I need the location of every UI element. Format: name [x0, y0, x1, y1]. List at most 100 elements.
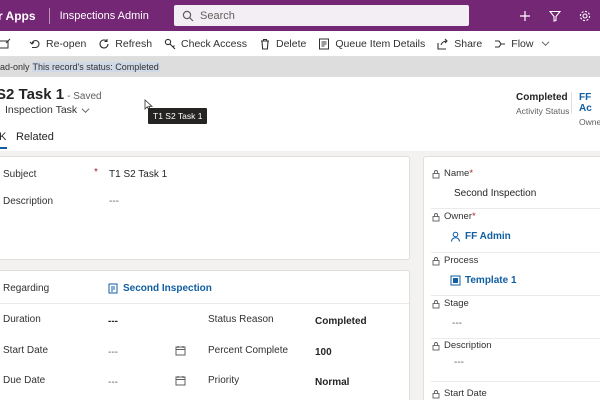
record-header: S2 Task 1- Saved Inspection Task Complet…	[0, 77, 600, 129]
form-selector[interactable]: Inspection Task	[5, 104, 90, 116]
reopen-icon	[29, 39, 40, 48]
status-reason-label: Status Reason	[208, 314, 274, 325]
flow-icon	[495, 39, 506, 48]
regarding-lookup[interactable]: Second Inspection	[108, 283, 212, 294]
calendar-icon[interactable]	[175, 345, 186, 356]
app-header: r Apps Inspections Admin Search	[0, 0, 600, 31]
owner-header-value[interactable]: FF Ac	[579, 92, 600, 114]
search-placeholder: Search	[200, 9, 235, 22]
regarding-value[interactable]: Second Inspection	[123, 283, 212, 294]
duration-value[interactable]: ---	[108, 316, 118, 327]
queue-item-details-label: Queue Item Details	[335, 37, 426, 50]
title-tooltip: T1 S2 Task 1	[148, 108, 208, 124]
lock-icon	[432, 341, 440, 350]
side-process-label: Process	[444, 255, 479, 266]
side-stage-field: Stage ---	[431, 298, 600, 329]
side-start-date-label: Start Date	[444, 388, 487, 399]
record-title: S2 Task 1- Saved	[0, 86, 102, 103]
delete-label: Delete	[276, 37, 307, 50]
due-date-label: Due Date	[3, 375, 46, 386]
side-start-date-field: Start Date	[431, 388, 600, 399]
app-name[interactable]: r Apps	[0, 9, 36, 23]
entity-type-label: Inspection Task	[5, 104, 78, 116]
side-description-label: Description	[444, 340, 492, 351]
process-icon	[450, 275, 461, 286]
new-button[interactable]	[510, 0, 540, 31]
user-icon	[451, 231, 460, 242]
flow-button[interactable]: Flow	[488, 31, 556, 57]
area-name[interactable]: Inspections Admin	[60, 10, 149, 22]
priority-value[interactable]: Normal	[315, 377, 349, 388]
refresh-label: Refresh	[115, 37, 153, 50]
side-name-field: Name * Second Inspection	[431, 168, 600, 199]
reopen-button[interactable]: Re-open	[23, 31, 92, 57]
share-icon	[437, 38, 449, 50]
share-label: Share	[454, 37, 483, 50]
subject-label: Subject	[3, 169, 37, 180]
owner-header-label: Owner	[579, 117, 600, 127]
save-status: - Saved	[67, 91, 102, 102]
global-search[interactable]: Search	[174, 5, 469, 26]
side-process-value[interactable]: Template 1	[465, 275, 517, 286]
tab-general[interactable]: K	[0, 131, 6, 143]
reopen-label: Re-open	[46, 37, 87, 50]
description-value[interactable]: ---	[109, 196, 119, 207]
activity-status-label: Activity Status	[516, 106, 570, 116]
key-icon	[164, 38, 176, 49]
percent-complete-value[interactable]: 100	[315, 347, 332, 358]
start-date-value[interactable]: ---	[108, 347, 118, 358]
lock-icon	[432, 256, 440, 265]
description-label: Description	[3, 196, 54, 207]
side-description-field: Description ---	[431, 340, 600, 368]
chevron-down-icon	[81, 107, 90, 113]
section-divider	[0, 303, 409, 304]
due-date-value[interactable]: ---	[108, 377, 118, 388]
side-stage-label: Stage	[444, 298, 469, 309]
filter-icon	[549, 10, 561, 22]
side-process-field: Process Template 1	[431, 255, 600, 286]
header-field-divider	[571, 92, 572, 114]
details-section: Regarding Second Inspection Duration ---…	[0, 270, 410, 400]
status-reason-value[interactable]: Completed	[315, 316, 367, 327]
tab-related[interactable]: Related	[16, 131, 54, 143]
percent-complete-label: Percent Complete	[208, 345, 289, 356]
share-button[interactable]: Share	[431, 31, 488, 57]
queue-icon	[319, 38, 330, 49]
side-name-label: Name	[444, 168, 470, 179]
lock-icon	[432, 389, 440, 398]
side-process-lookup[interactable]: Template 1	[431, 275, 600, 286]
record-icon	[108, 283, 118, 294]
refresh-button[interactable]: Refresh	[92, 31, 158, 57]
activity-status-value: Completed	[516, 92, 568, 103]
check-access-label: Check Access	[181, 37, 247, 50]
lock-icon	[432, 299, 440, 308]
side-name-value[interactable]: Second Inspection	[431, 188, 600, 199]
general-section: Subject * T1 S2 Task 1 Description ---	[0, 156, 410, 260]
side-owner-value[interactable]: FF Admin	[465, 231, 511, 242]
required-asterisk: *	[94, 167, 98, 178]
form-tabs: K Related	[0, 129, 600, 151]
settings-button[interactable]	[570, 0, 600, 31]
back-button[interactable]	[0, 31, 23, 57]
calendar-icon[interactable]	[175, 375, 186, 386]
open-form-icon	[0, 38, 11, 48]
notice-prefix: ad-only	[0, 62, 30, 72]
lock-icon	[432, 169, 440, 178]
check-access-button[interactable]: Check Access	[158, 31, 253, 57]
start-date-label: Start Date	[3, 345, 49, 356]
required-asterisk: *	[469, 168, 474, 179]
header-divider	[48, 7, 50, 24]
chevron-down-icon	[542, 41, 550, 47]
plus-icon	[520, 10, 530, 21]
side-owner-lookup[interactable]: FF Admin	[431, 231, 600, 242]
required-asterisk: *	[471, 211, 476, 222]
side-stage-value[interactable]: ---	[431, 318, 600, 329]
filter-button[interactable]	[540, 0, 570, 31]
subject-value[interactable]: T1 S2 Task 1	[109, 169, 167, 180]
delete-button[interactable]: Delete	[253, 31, 312, 57]
side-description-value[interactable]: ---	[431, 357, 600, 368]
panel-divider	[431, 338, 600, 339]
active-tab-indicator	[0, 147, 7, 149]
panel-divider	[431, 208, 600, 209]
queue-item-details-button[interactable]: Queue Item Details	[312, 31, 431, 57]
